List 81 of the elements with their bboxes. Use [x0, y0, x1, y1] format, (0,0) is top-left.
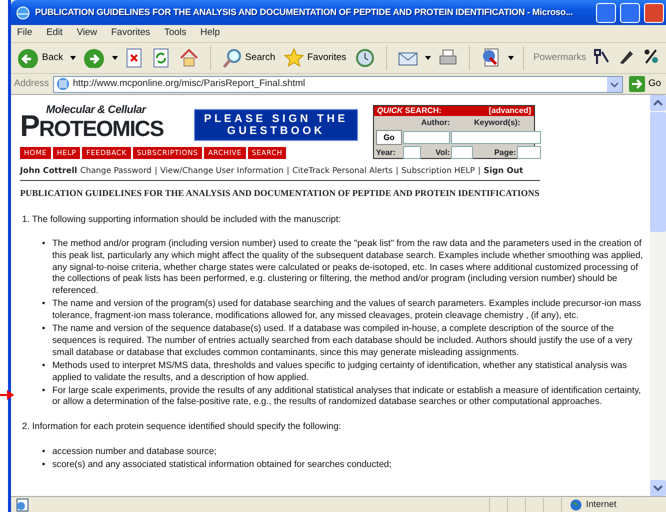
vol-label: Vol:	[434, 146, 450, 158]
logo-title: PROTEOMICS	[20, 116, 164, 140]
clock-icon	[355, 48, 376, 68]
quick-search-title: QUICK SEARCH:	[377, 106, 442, 116]
user-link[interactable]: View/Change User Information	[160, 164, 284, 176]
document-icon	[481, 48, 502, 68]
logo-subtitle: Molecular & Cellular	[46, 105, 146, 116]
link-separator: |	[154, 164, 158, 176]
star-icon	[284, 48, 304, 68]
user-link[interactable]: Sign Out	[484, 164, 524, 176]
bullet-text: The method and/or program (including version number) used to create the "peak list" from the raw data and the parameters used in the creation of this peak list, particularly any which might affect the quality of the subsequent database search. Examples include whether smoothing was applied, any signal-to-noise criteria, whether charge states were calculated or peaks de-isotoped, etc. In cases where additional customized processing of the collections of peak lists has been performed, e.g. clustering or filtering, the method and/or program (including version number) should be referenced.	[52, 238, 644, 297]
page-field[interactable]	[517, 146, 541, 159]
maximize-button[interactable]	[620, 2, 640, 22]
year-field[interactable]	[403, 146, 421, 159]
bullet-text: score(s) and any associated statistical information obtained for searches conducted;	[52, 459, 392, 471]
bullet-marker: •	[42, 459, 46, 471]
powermarks-label: Powermarks	[533, 50, 586, 65]
bullet-text: For large scale experiments, provide the results of any additional statistical analyses that indicate or establish a measure of identification certainty, or allow a determination of the false-positive rate, e.g., the results of randomized database searches or other computational approaches.	[52, 384, 642, 408]
advanced-link[interactable]: [advanced]	[488, 106, 531, 116]
address-field[interactable]: http://www.mcponline.org/misc/ParisReport_Final.shtml	[52, 76, 624, 92]
bullet-marker: •	[42, 323, 46, 336]
keyword-field[interactable]	[451, 131, 541, 144]
address-label: Address	[14, 76, 49, 91]
scroll-down-icon[interactable]	[650, 480, 666, 496]
close-button[interactable]	[644, 2, 664, 22]
page-icon	[56, 77, 70, 91]
vol-field[interactable]	[451, 146, 473, 159]
link-separator: |	[478, 164, 481, 176]
bullet-marker: •	[42, 446, 46, 458]
dropdown-icon[interactable]	[607, 76, 622, 92]
go-button[interactable]: Go	[627, 76, 663, 92]
user-name: John Cottrell	[20, 164, 78, 176]
forward-icon	[83, 48, 106, 68]
author-field[interactable]	[403, 131, 450, 144]
bullet-marker: •	[42, 238, 46, 250]
section-text: 2. Information for each protein sequence identified should specify the following:	[22, 421, 342, 433]
search-icon	[222, 48, 242, 68]
menu-item[interactable]: Favorites	[111, 26, 150, 41]
go-button[interactable]: Go	[376, 130, 402, 145]
refresh-icon	[152, 48, 170, 68]
user-link[interactable]: Change Password	[80, 164, 152, 176]
minimize-button[interactable]	[596, 2, 616, 22]
section-text: 1. The following supporting information should be included with the manuscript:	[22, 214, 342, 226]
scroll-up-icon[interactable]	[650, 95, 666, 111]
bullet-marker: •	[42, 298, 46, 310]
link-separator: |	[396, 164, 398, 176]
favorites-button[interactable]: Favorites	[282, 48, 348, 68]
user-link[interactable]: Subscription HELP	[401, 164, 475, 176]
page-icon	[15, 498, 31, 512]
menu-item[interactable]: File	[17, 26, 32, 41]
author-label: Author:	[420, 117, 450, 129]
back-button[interactable]: Back	[15, 48, 66, 68]
bullet-text: Methods used to interpret MS/MS data, thresholds and values specific to judging certainty of identification, whether any statistical analysis was applied to validate the results, and a description of how applied.	[52, 360, 628, 384]
menu-item[interactable]: Help	[200, 26, 220, 41]
scrollbar[interactable]	[650, 95, 666, 496]
page-label: Page:	[493, 146, 516, 158]
stop-icon	[125, 48, 144, 68]
menu-item[interactable]: Tools	[164, 26, 186, 41]
year-label: Year:	[376, 146, 397, 158]
menu-item[interactable]: Edit	[46, 26, 63, 41]
bullet-marker: •	[42, 384, 46, 397]
zone-label: Internet	[586, 498, 617, 511]
guestbook-banner[interactable]: PLEASE SIGN THE GUESTBOOK	[194, 109, 358, 141]
bullet-text: The name and version of the sequence database(s) used. If a database was compiled in-house, a complete description of the source of the sequences is required. The number of entries actually searched from each database should be included. Authors should justify the use of a very small database or database that excludes common contaminants, since this may generate misleading assignments.	[52, 323, 634, 358]
home-icon	[179, 48, 200, 68]
back-icon	[17, 48, 39, 68]
user-link[interactable]: CiteTrack Personal Alerts	[292, 164, 393, 176]
bullet-marker: •	[42, 360, 46, 372]
annotation-arrow	[0, 389, 14, 401]
bullet-text: accession number and database source;	[52, 446, 217, 458]
bullet-text: The name and version of the program(s) used for database searching and the values of search parameters. Examples include precursor-ion mass tolerance, fragment-ion mass tolerance, modifications allowed for, any missed cleavages, protein cleavage chemistry , (if any), etc.	[52, 298, 642, 322]
keywords-label: Keyword(s):	[474, 117, 522, 129]
page-heading: PUBLICATION GUIDELINES FOR THE ANALYSIS AND DOCUMENTATION OF PEPTIDE AND PROTEIN IDENTIFICATIONS	[20, 180, 540, 201]
scroll-thumb[interactable]	[650, 112, 666, 232]
menu-item[interactable]: View	[76, 26, 98, 41]
search-button[interactable]: Search	[220, 48, 278, 68]
link-separator: |	[286, 164, 290, 176]
browser-icon	[15, 4, 31, 20]
window-title: PUBLICATION GUIDELINES FOR THE ANALYSIS AND DOCUMENTATION OF PEPTIDE AND PROTEIN IDENTIFICATION - Microso...	[35, 6, 574, 19]
globe-icon	[570, 498, 582, 510]
go-arrow-icon	[629, 76, 646, 92]
